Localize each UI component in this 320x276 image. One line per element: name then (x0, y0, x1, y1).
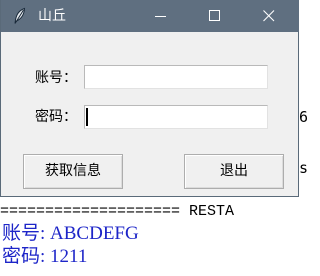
desktop-stage: 6 s ==================== RESTA 账号: ABCDE… (0, 0, 307, 276)
minimize-icon (155, 16, 166, 17)
console-clipped-char: s (299, 159, 307, 177)
password-input[interactable] (84, 105, 268, 129)
maximize-button[interactable] (192, 0, 238, 32)
console-restart-separator: ==================== RESTA (0, 203, 235, 220)
title-bar[interactable]: 山丘 (1, 0, 299, 32)
close-icon (263, 10, 275, 22)
console-output-account: 账号: ABCDEFG (2, 223, 139, 244)
exit-button[interactable]: 退出 (184, 154, 284, 189)
account-label: 账号： (35, 70, 77, 86)
console-clipped-char: 6 (299, 108, 307, 126)
minimize-button[interactable] (138, 0, 184, 32)
login-dialog: 山丘 账号： 密码： 获取信息 退出 (0, 0, 299, 197)
feather-icon (12, 7, 28, 25)
window-title: 山丘 (38, 8, 66, 24)
close-button[interactable] (246, 0, 292, 32)
fetch-info-button[interactable]: 获取信息 (23, 154, 123, 189)
maximize-icon (209, 10, 220, 21)
text-caret (86, 108, 88, 126)
password-label: 密码： (35, 109, 77, 125)
console-output-password: 密码: 1211 (2, 246, 88, 267)
account-input[interactable] (84, 65, 268, 89)
